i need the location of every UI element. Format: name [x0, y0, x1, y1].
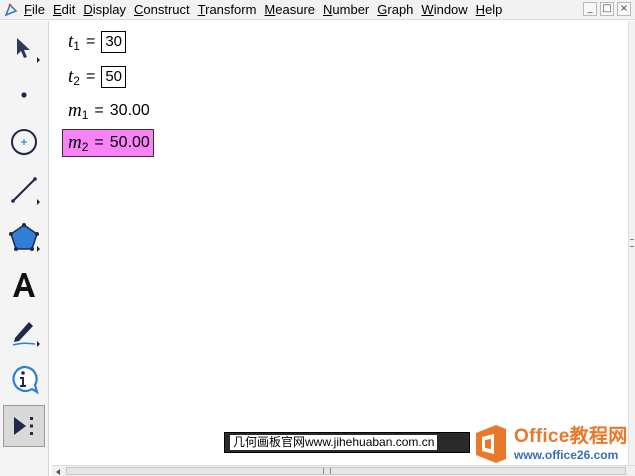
- menu-construct-label: onstruct: [143, 1, 190, 17]
- menu-window[interactable]: Window: [417, 0, 471, 20]
- tool-more-icon: [37, 246, 40, 252]
- menu-edit-mnemonic: E: [52, 1, 62, 17]
- measure-subscript: 1: [81, 108, 89, 122]
- sketch-canvas[interactable]: t 1 = 30 t 2 = 50 m 1 = 30.00 m 2 = 50.00: [52, 21, 628, 465]
- menu-measure-mnemonic: M: [264, 1, 276, 17]
- tool-more-icon: [37, 341, 40, 347]
- menu-display-label: isplay: [92, 1, 127, 17]
- measurement-m2-selected[interactable]: m 2 = 50.00: [62, 129, 154, 157]
- polygon-tool[interactable]: [3, 216, 45, 258]
- menu-transform-mnemonic: T: [197, 1, 206, 17]
- menu-file-mnemonic: F: [24, 1, 32, 17]
- restore-button[interactable]: □: [600, 2, 614, 16]
- point-tool[interactable]: [3, 74, 45, 116]
- tool-more-icon: [37, 199, 40, 205]
- menu-window-label: indow: [433, 1, 468, 17]
- vertical-scrollbar[interactable]: [628, 21, 635, 465]
- menu-file[interactable]: File: [20, 0, 49, 20]
- measure-subscript: 2: [73, 74, 80, 88]
- measurement-value: 50.00: [109, 134, 150, 151]
- sketchpad-app-icon[interactable]: [2, 1, 20, 19]
- point-icon: [21, 92, 27, 98]
- menu-edit[interactable]: Edit: [49, 0, 79, 20]
- menu-graph-label: raph: [387, 1, 414, 17]
- scroll-grip-icon: [630, 239, 634, 247]
- menu-transform-label: ransform: [205, 1, 257, 17]
- text-a-icon: [13, 273, 35, 297]
- menu-measure-label: easure: [275, 1, 316, 17]
- parameter-t1[interactable]: t 1 = 30: [68, 31, 126, 53]
- menu-number[interactable]: Number: [319, 0, 373, 20]
- measurement-value: 30.00: [109, 102, 150, 119]
- straightedge-tool[interactable]: [3, 169, 45, 211]
- parameter-value-box[interactable]: 50: [101, 66, 126, 88]
- menu-help-mnemonic: H: [475, 1, 486, 17]
- custom-tool[interactable]: [3, 405, 45, 447]
- measurement-m1[interactable]: m 1 = 30.00: [68, 100, 150, 122]
- menu-measure[interactable]: Measure: [260, 0, 319, 20]
- measure-equals: =: [85, 33, 96, 50]
- menu-bar: File Edit Display Construct Transform Me…: [0, 0, 635, 20]
- measure-subscript: 1: [73, 39, 80, 53]
- menu-construct[interactable]: Construct: [130, 0, 194, 20]
- menu-edit-label: dit: [61, 1, 76, 17]
- logo-title: Office教程网: [514, 426, 628, 447]
- menu-file-label: ile: [31, 1, 45, 17]
- marker-tool[interactable]: [3, 311, 45, 353]
- menu-number-label: umber: [332, 1, 370, 17]
- scroll-grip-icon: [323, 468, 331, 474]
- menu-help[interactable]: Help: [472, 0, 507, 20]
- menu-number-mnemonic: N: [323, 1, 333, 17]
- information-icon: [12, 365, 39, 394]
- text-tool[interactable]: [3, 264, 45, 306]
- toolbox: [0, 21, 49, 476]
- scroll-left-arrow-icon[interactable]: [56, 469, 60, 475]
- menu-display-mnemonic: D: [83, 1, 93, 17]
- measure-equals: =: [85, 68, 96, 85]
- logo-url: www.office26.com: [514, 448, 619, 462]
- menu-construct-mnemonic: C: [134, 1, 144, 17]
- parameter-t2[interactable]: t 2 = 50: [68, 66, 126, 88]
- office-logo-watermark: Office教程网 www.office26.com: [470, 420, 632, 468]
- window-controls: _ □ ×: [583, 2, 631, 16]
- straightedge-icon: [11, 177, 37, 203]
- measure-variable: m: [68, 100, 82, 121]
- menu-window-mnemonic: W: [421, 1, 434, 17]
- measure-equals: =: [94, 102, 104, 119]
- menu-graph-mnemonic: G: [377, 1, 388, 17]
- marker-pen-icon: [12, 322, 36, 346]
- pentagon-polygon-icon: [9, 223, 39, 251]
- website-watermark: 几何画板官网www.jihehuaban.com.cn: [224, 432, 470, 453]
- arrow-select-tool[interactable]: [3, 27, 45, 69]
- measure-equals: =: [94, 134, 104, 151]
- measure-variable: m: [68, 132, 82, 153]
- menu-display[interactable]: Display: [79, 0, 130, 20]
- compass-circle-icon: [11, 129, 37, 155]
- tool-more-icon: [37, 57, 40, 63]
- custom-tool-play-icon: [14, 417, 33, 435]
- minimize-button[interactable]: _: [583, 2, 597, 16]
- compass-tool[interactable]: [3, 121, 45, 163]
- close-button[interactable]: ×: [617, 2, 631, 16]
- office-logo-icon: [476, 425, 506, 463]
- menu-transform[interactable]: Transform: [194, 0, 261, 20]
- measure-subscript: 2: [81, 140, 89, 154]
- menu-graph[interactable]: Graph: [373, 0, 417, 20]
- horizontal-scroll-thumb[interactable]: [66, 467, 626, 475]
- menu-help-label: elp: [485, 1, 503, 17]
- information-tool[interactable]: [3, 358, 45, 400]
- parameter-value-box[interactable]: 30: [101, 31, 126, 53]
- watermark-text: 几何画板官网www.jihehuaban.com.cn: [230, 435, 438, 450]
- logo-text-group: Office教程网 www.office26.com: [514, 426, 628, 462]
- arrow-select-icon: [17, 38, 30, 58]
